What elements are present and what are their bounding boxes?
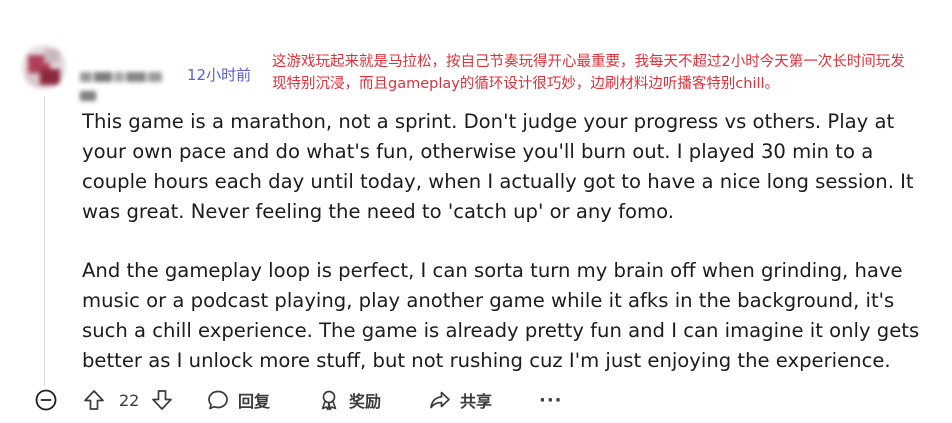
comment-body: This game is a marathon, not a sprint. D…: [82, 107, 938, 405]
share-button[interactable]: 共享: [428, 385, 492, 415]
collapse-thread-button[interactable]: [34, 385, 58, 415]
award-label: 奖励: [349, 392, 382, 411]
arrow-up-icon: [84, 390, 104, 410]
comment-paragraph-1: This game is a marathon, not a sprint. D…: [82, 110, 914, 223]
arrow-down-icon: [152, 390, 172, 410]
award-ribbon-icon: [321, 390, 337, 411]
translation-annotation: 这游戏玩起来就是马拉松，按自己节奏玩得开心最重要，我每天不超过2小时今天第一次长…: [272, 54, 905, 92]
share-label: 共享: [460, 392, 493, 411]
vote-count: 22: [119, 390, 140, 410]
timestamp: 12小时前: [187, 66, 252, 84]
award-button[interactable]: 奖励: [317, 385, 381, 415]
more-options-button[interactable]: ···: [539, 385, 563, 415]
thread-line[interactable]: [44, 96, 45, 386]
speech-bubble-icon: [208, 390, 228, 410]
minus-circle-icon: [35, 389, 57, 411]
comment-action-bar: 22 回复 奖励 共享 ···: [34, 385, 634, 415]
reply-button[interactable]: 回复: [206, 385, 270, 415]
share-arrow-icon: [430, 391, 450, 409]
avatar[interactable]: [22, 45, 66, 89]
downvote-button[interactable]: [150, 385, 174, 415]
upvote-button[interactable]: [82, 385, 106, 415]
username-redacted[interactable]: [80, 66, 180, 101]
reply-label: 回复: [238, 392, 271, 411]
comment-paragraph-2: And the gameplay loop is perfect, I can …: [82, 259, 920, 372]
